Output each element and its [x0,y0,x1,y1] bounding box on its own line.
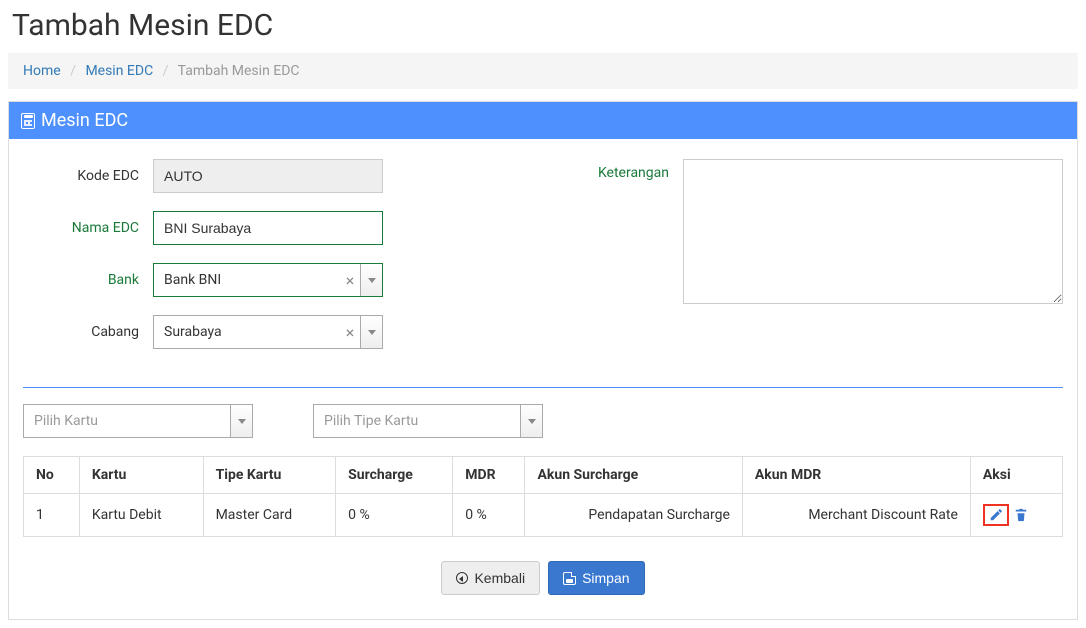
panel: Mesin EDC Kode EDC Nama EDC Bank [8,101,1078,620]
breadcrumb-separator: / [163,63,169,79]
th-akun-surcharge: Akun Surcharge [525,457,742,494]
kode-edc-field[interactable] [153,159,383,193]
bank-select-value: Bank BNI [154,264,340,296]
cell-tipe-kartu: Master Card [203,494,336,537]
kartu-select[interactable]: Pilih Kartu [23,404,253,438]
label-bank: Bank [23,272,153,288]
th-aksi: Aksi [970,457,1062,494]
filter-row: Pilih Kartu Pilih Tipe Kartu [23,404,1063,438]
tipe-kartu-select-placeholder: Pilih Tipe Kartu [314,405,520,437]
form-right-column: Keterangan [393,159,1063,367]
th-tipe-kartu: Tipe Kartu [203,457,336,494]
simpan-button[interactable]: Simpan [548,561,644,595]
th-akun-mdr: Akun MDR [742,457,970,494]
cell-akun-surcharge: Pendapatan Surcharge [525,494,742,537]
edit-action-highlight [983,504,1009,526]
breadcrumb-separator: / [70,63,76,79]
back-icon [456,572,468,584]
bank-select[interactable]: Bank BNI × [153,263,383,297]
cell-mdr: 0 % [453,494,525,537]
chevron-down-icon[interactable] [360,264,382,296]
breadcrumb-home[interactable]: Home [23,63,61,79]
label-nama-edc: Nama EDC [23,220,153,236]
breadcrumb: Home / Mesin EDC / Tambah Mesin EDC [8,53,1078,89]
panel-body: Kode EDC Nama EDC Bank Bank BNI [9,139,1077,619]
cabang-select-value: Surabaya [154,316,340,348]
calculator-icon [21,113,35,129]
save-icon [563,572,576,585]
cell-kartu: Kartu Debit [79,494,203,537]
cabang-clear-icon[interactable]: × [340,316,360,348]
th-kartu: Kartu [79,457,203,494]
panel-header: Mesin EDC [9,102,1077,139]
section-divider [23,387,1063,388]
keterangan-field[interactable] [683,159,1063,304]
cabang-select[interactable]: Surabaya × [153,315,383,349]
footer-buttons: Kembali Simpan [23,537,1063,599]
chevron-down-icon[interactable] [230,405,252,437]
table-header-row: No Kartu Tipe Kartu Surcharge MDR Akun S… [24,457,1063,494]
th-surcharge: Surcharge [336,457,453,494]
table-row: 1 Kartu Debit Master Card 0 % 0 % Pendap… [24,494,1063,537]
kartu-table: No Kartu Tipe Kartu Surcharge MDR Akun S… [23,456,1063,537]
kembali-label: Kembali [474,570,525,586]
trash-icon[interactable] [1014,508,1028,522]
breadcrumb-active: Tambah Mesin EDC [178,63,300,79]
label-keterangan: Keterangan [583,159,683,181]
label-kode-edc: Kode EDC [23,168,153,184]
cell-aksi [970,494,1062,537]
th-no: No [24,457,80,494]
kartu-select-placeholder: Pilih Kartu [24,405,230,437]
bank-clear-icon[interactable]: × [340,264,360,296]
simpan-label: Simpan [582,570,629,586]
cell-surcharge: 0 % [336,494,453,537]
nama-edc-field[interactable] [153,211,383,245]
chevron-down-icon[interactable] [360,316,382,348]
cell-akun-mdr: Merchant Discount Rate [742,494,970,537]
form-left-column: Kode EDC Nama EDC Bank Bank BNI [23,159,393,367]
page-title: Tambah Mesin EDC [8,8,1078,43]
pencil-icon[interactable] [989,508,1003,522]
label-cabang: Cabang [23,324,153,340]
cell-no: 1 [24,494,80,537]
kembali-button[interactable]: Kembali [441,561,540,595]
tipe-kartu-select[interactable]: Pilih Tipe Kartu [313,404,543,438]
panel-title: Mesin EDC [41,110,128,131]
chevron-down-icon[interactable] [520,405,542,437]
th-mdr: MDR [453,457,525,494]
breadcrumb-mesin-edc[interactable]: Mesin EDC [85,63,153,79]
